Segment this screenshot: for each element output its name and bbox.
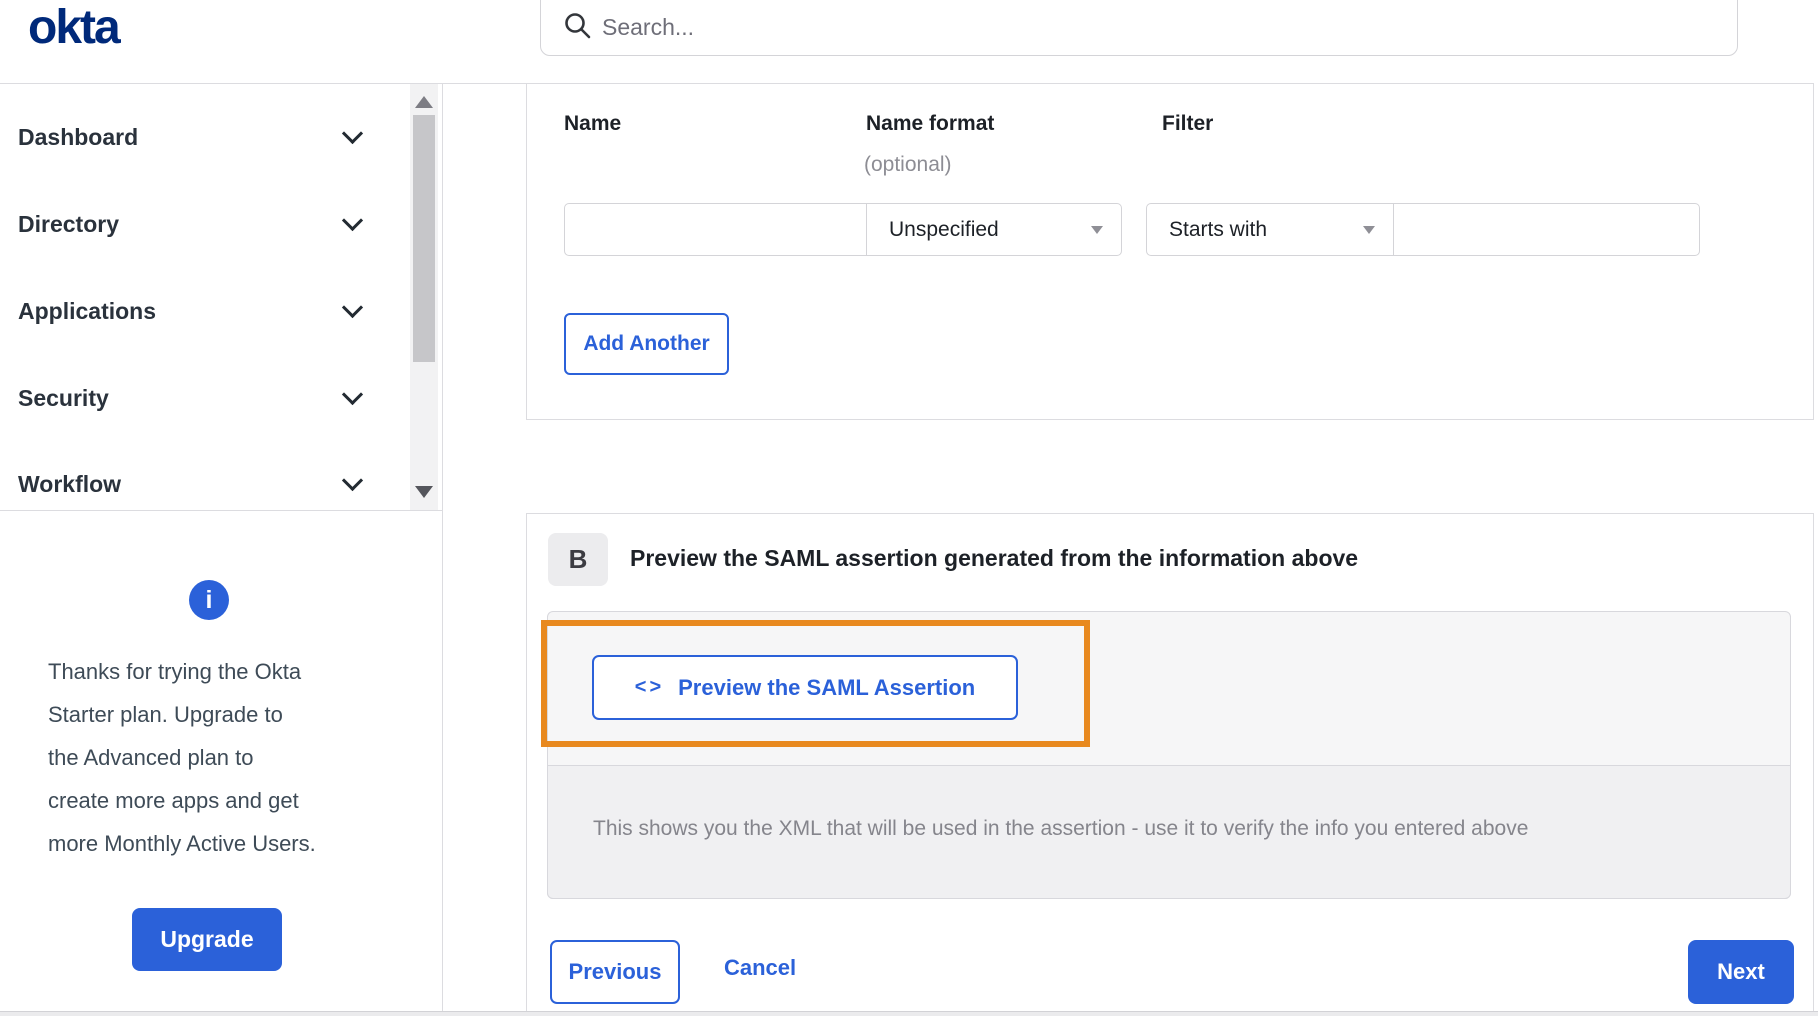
sidebar-item-label: Dashboard: [18, 123, 139, 150]
sidebar-scrollbar-thumb[interactable]: [413, 115, 435, 362]
upgrade-message-line: create more apps and get: [48, 788, 299, 813]
sidebar-item-label: Applications: [18, 297, 157, 324]
upgrade-button[interactable]: Upgrade: [132, 908, 282, 971]
sidebar-item-label: Security: [18, 384, 109, 411]
name-format-optional-label: (optional): [864, 153, 952, 176]
scrollbar-up-arrow-icon[interactable]: [415, 96, 433, 108]
sidebar-item-label: Directory: [18, 210, 119, 237]
filter-value-input[interactable]: [1393, 203, 1700, 256]
highlight-annotation-rectangle: [541, 620, 1090, 747]
sidebar-item-directory[interactable]: Directory: [0, 195, 408, 253]
add-another-button[interactable]: Add Another: [564, 313, 729, 375]
sidebar-item-security[interactable]: Security: [0, 369, 408, 427]
search-input[interactable]: [602, 4, 1642, 50]
next-button[interactable]: Next: [1688, 940, 1794, 1004]
select-caret-icon: [1363, 225, 1375, 234]
info-icon: i: [189, 580, 229, 620]
select-caret-icon: [1091, 225, 1103, 234]
cancel-link[interactable]: Cancel: [724, 955, 796, 981]
upgrade-message-line: Starter plan. Upgrade to: [48, 702, 283, 727]
header-divider: [0, 83, 526, 84]
attribute-name-input[interactable]: [564, 203, 867, 256]
upgrade-message-line: Thanks for trying the Okta: [48, 659, 302, 684]
sidebar-item-applications[interactable]: Applications: [0, 282, 408, 340]
chevron-down-icon: [341, 469, 364, 491]
sidebar-item-dashboard[interactable]: Dashboard: [0, 108, 408, 166]
filter-type-selected-value: Starts with: [1169, 217, 1268, 241]
preview-section-heading: Preview the SAML assertion generated fro…: [630, 545, 1359, 571]
sidebar-item-label: Workflow: [18, 470, 122, 497]
chevron-down-icon: [341, 296, 364, 318]
sidebar-item-workflow[interactable]: Workflow: [0, 455, 408, 513]
upgrade-message-line: more Monthly Active Users.: [48, 831, 316, 856]
name-column-label: Name: [564, 112, 622, 135]
chevron-down-icon: [341, 383, 364, 405]
okta-logo[interactable]: okta: [28, 0, 121, 55]
name-format-column-label: Name format: [866, 112, 995, 135]
chevron-down-icon: [341, 122, 364, 144]
previous-button[interactable]: Previous: [550, 940, 680, 1004]
chevron-down-icon: [341, 209, 364, 231]
scrollbar-down-arrow-icon[interactable]: [415, 486, 433, 498]
upgrade-message-line: the Advanced plan to: [48, 745, 254, 770]
filter-column-label: Filter: [1162, 112, 1214, 135]
preview-description: This shows you the XML that will be used…: [593, 817, 1529, 840]
step-b-badge: B: [548, 533, 608, 586]
sidebar-bottom-border: [0, 510, 442, 511]
search-icon: [565, 13, 591, 39]
window-bottom-edge: [0, 1012, 1818, 1016]
name-format-select[interactable]: Unspecified: [866, 203, 1122, 256]
upgrade-message: Thanks for trying the Okta Starter plan.…: [48, 650, 358, 865]
name-format-selected-value: Unspecified: [889, 217, 999, 241]
sidebar-right-border: [442, 83, 443, 1016]
filter-type-select[interactable]: Starts with: [1146, 203, 1394, 256]
